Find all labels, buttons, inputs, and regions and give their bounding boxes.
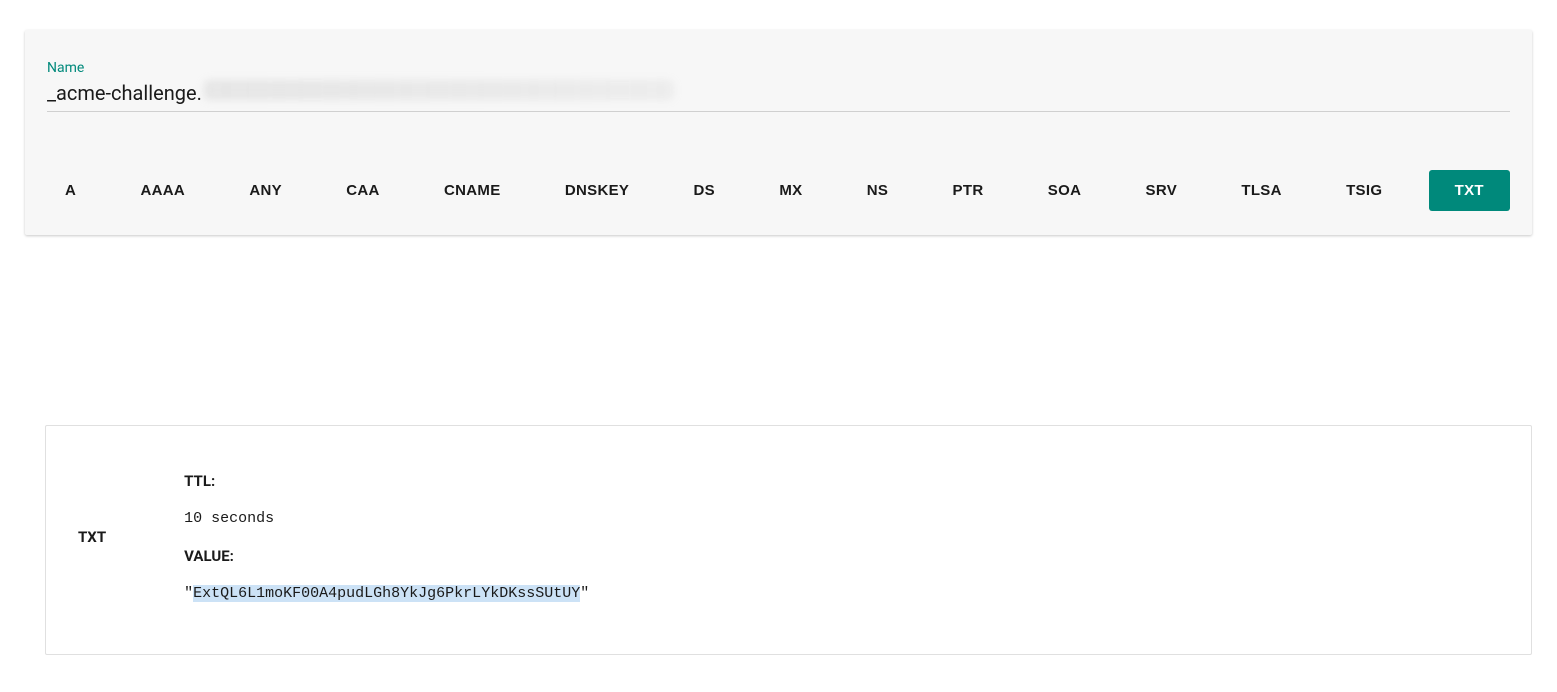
- record-type-soa[interactable]: SOA: [1030, 170, 1099, 211]
- record-type-tabs: AAAAAANYCAACNAMEDNSKEYDSMXNSPTRSOASRVTLS…: [47, 170, 1510, 211]
- record-type-txt[interactable]: TXT: [1429, 170, 1510, 211]
- record-type-ds[interactable]: DS: [676, 170, 733, 211]
- result-body: TTL: 10 seconds VALUE: "ExtQL6L1moKF00A4…: [184, 472, 589, 602]
- record-type-caa[interactable]: CAA: [328, 170, 397, 211]
- record-type-tlsa[interactable]: TLSA: [1223, 170, 1299, 211]
- value-quote-close: ": [580, 585, 589, 602]
- ttl-value: 10 seconds: [184, 510, 589, 527]
- dns-query-card: Name _acme-challenge. AAAAAANYCAACNAMEDN…: [25, 30, 1532, 235]
- record-type-srv[interactable]: SRV: [1128, 170, 1195, 211]
- name-field-label: Name: [47, 60, 1510, 76]
- record-type-ns[interactable]: NS: [849, 170, 906, 211]
- record-type-mx[interactable]: MX: [761, 170, 820, 211]
- value-quote-open: ": [184, 585, 193, 602]
- value-text: "ExtQL6L1moKF00A4pudLGh8YkJg6PkrLYkDKssS…: [184, 585, 589, 602]
- value-label: VALUE:: [184, 547, 589, 565]
- name-input[interactable]: _acme-challenge.: [47, 80, 1510, 112]
- value-string[interactable]: ExtQL6L1moKF00A4pudLGh8YkJg6PkrLYkDKssSU…: [193, 585, 580, 602]
- record-type-ptr[interactable]: PTR: [935, 170, 1002, 211]
- result-record-type: TXT: [78, 528, 106, 546]
- record-type-a[interactable]: A: [47, 170, 94, 211]
- ttl-label: TTL:: [184, 472, 589, 490]
- dns-result-card: TXT TTL: 10 seconds VALUE: "ExtQL6L1moKF…: [45, 425, 1532, 655]
- record-type-any[interactable]: ANY: [231, 170, 300, 211]
- name-input-value: _acme-challenge.: [47, 81, 202, 105]
- record-type-aaaa[interactable]: AAAA: [122, 170, 203, 211]
- record-type-tsig[interactable]: TSIG: [1328, 170, 1400, 211]
- name-input-redacted: [204, 80, 674, 100]
- record-type-dnskey[interactable]: DNSKEY: [547, 170, 647, 211]
- record-type-cname[interactable]: CNAME: [426, 170, 519, 211]
